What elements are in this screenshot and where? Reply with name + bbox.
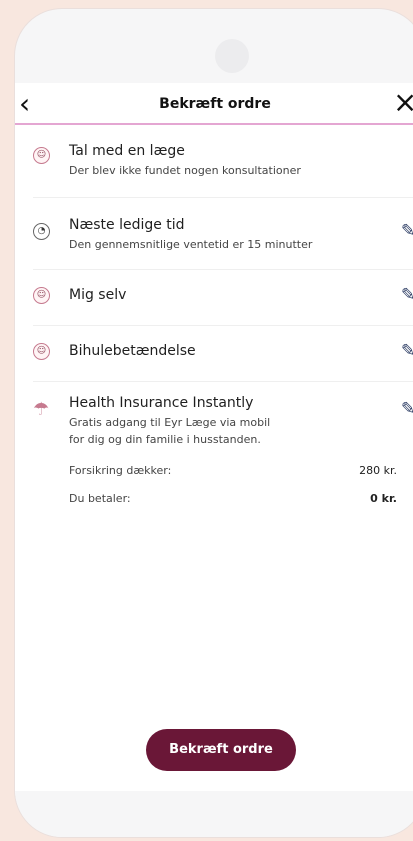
divider (33, 197, 413, 198)
you-pay-value: 0 kr. (370, 492, 397, 505)
sinus-icon: ☺ (33, 343, 50, 360)
doctor-icon: ☺ (33, 147, 50, 164)
item-title: Mig selv (69, 287, 127, 303)
edit-icon[interactable]: ✎ (401, 399, 413, 419)
item-subtitle-line2: for dig og din familie i husstanden. (69, 433, 261, 446)
item-title: Health Insurance Instantly (69, 395, 254, 411)
item-subtitle: Der blev ikke fundet nogen konsultatione… (69, 164, 301, 177)
coverage-row: Forsikring dækker: 280 kr. (69, 464, 397, 477)
close-icon[interactable]: × (393, 88, 413, 117)
order-confirmation-screen: ‹ Bekræft ordre × ☺ Tal med en læge Der … (15, 83, 413, 793)
divider (33, 381, 413, 382)
item-title: Næste ledige tid (69, 217, 185, 233)
edit-icon[interactable]: ✎ (401, 341, 413, 361)
divider (33, 269, 413, 270)
umbrella-icon: ☂ (33, 399, 50, 420)
clock-icon: ◔ (33, 223, 50, 240)
list-item-insurance[interactable]: ☂ Health Insurance Instantly Gratis adga… (15, 393, 413, 533)
item-title: Tal med en læge (69, 143, 185, 159)
top-navigation-bar: ‹ Bekræft ordre × (15, 83, 413, 125)
edit-icon[interactable]: ✎ (401, 285, 413, 305)
page-title: Bekræft ordre (159, 96, 271, 112)
coverage-value: 280 kr. (359, 464, 397, 477)
list-item-condition[interactable]: ☺ Bihulebetændelse ✎ (15, 337, 413, 377)
person-icon: ☺ (33, 287, 50, 304)
item-subtitle-line1: Gratis adgang til Eyr Læge via mobil (69, 416, 271, 429)
edit-icon[interactable]: ✎ (401, 221, 413, 241)
divider (33, 325, 413, 326)
list-item-next-available[interactable]: ◔ Næste ledige tid Den gennemsnitlige ve… (15, 215, 413, 269)
phone-frame: ‹ Bekræft ordre × ☺ Tal med en læge Der … (14, 8, 413, 838)
coverage-label: Forsikring dækker: (69, 464, 172, 477)
list-item-myself[interactable]: ☺ Mig selv ✎ (15, 281, 413, 321)
bottom-bar (15, 791, 413, 837)
you-pay-label: Du betaler: (69, 492, 131, 505)
camera-notch (215, 39, 249, 73)
list-item-consultation: ☺ Tal med en læge Der blev ikke fundet n… (15, 139, 413, 193)
item-subtitle: Den gennemsnitlige ventetid er 15 minutt… (69, 238, 313, 251)
item-title: Bihulebetændelse (69, 343, 196, 359)
confirm-order-button[interactable]: Bekræft ordre (146, 729, 296, 771)
you-pay-row: Du betaler: 0 kr. (69, 492, 397, 505)
